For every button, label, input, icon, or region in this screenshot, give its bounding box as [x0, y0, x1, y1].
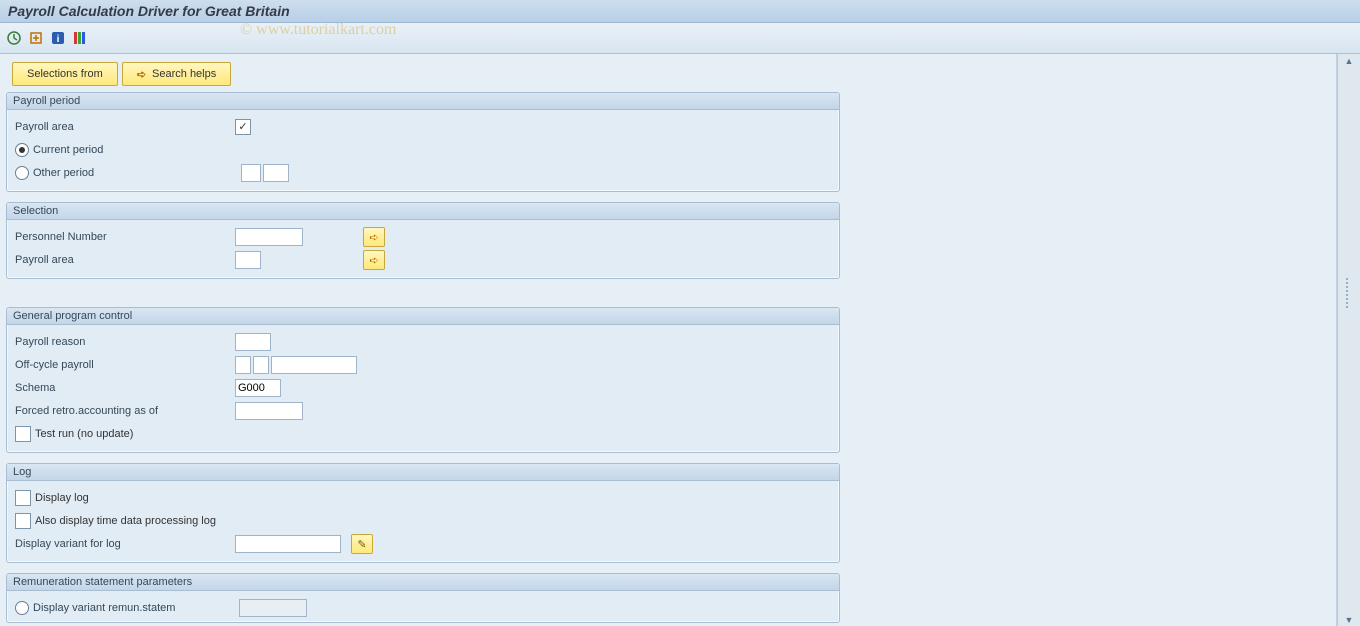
- display-variant-field[interactable]: [235, 535, 341, 553]
- off-cycle-field-2[interactable]: [253, 356, 269, 374]
- payroll-reason-field[interactable]: [235, 333, 271, 351]
- check-mark-icon: ✓: [238, 122, 247, 133]
- group-remuneration: Remuneration statement parameters Displa…: [6, 573, 840, 623]
- radio-other-period[interactable]: [15, 166, 29, 180]
- label-test-run: Test run (no update): [35, 428, 133, 440]
- group-selection: Selection Personnel Number ➪ Payroll are…: [6, 202, 840, 279]
- content-area: Selections from ➪ Search helps Payroll p…: [0, 54, 1337, 626]
- scroll-up-icon[interactable]: ▲: [1345, 56, 1354, 66]
- label-display-variant: Display variant for log: [15, 538, 235, 550]
- payroll-area-multi-button[interactable]: ➪: [363, 250, 385, 270]
- also-display-checkbox[interactable]: [15, 513, 31, 529]
- search-helps-button[interactable]: ➪ Search helps: [122, 62, 231, 86]
- scrollbar[interactable]: ▲ ▼: [1337, 54, 1360, 626]
- label-payroll-reason: Payroll reason: [15, 336, 235, 348]
- off-cycle-field-3[interactable]: [271, 356, 357, 374]
- test-run-checkbox[interactable]: [15, 426, 31, 442]
- payroll-area-field[interactable]: [235, 251, 261, 269]
- toolbar: i © www.tutorialkart.com: [0, 23, 1360, 54]
- get-variant-icon[interactable]: [28, 30, 44, 46]
- label-schema: Schema: [15, 382, 235, 394]
- schema-field[interactable]: [235, 379, 281, 397]
- label-personnel-number: Personnel Number: [15, 231, 235, 243]
- radio-current-period[interactable]: [15, 143, 29, 157]
- selections-from-label: Selections from: [27, 68, 103, 80]
- scroll-handle[interactable]: [1346, 278, 1352, 308]
- group-title-payroll-period: Payroll period: [7, 93, 839, 110]
- forced-retro-field[interactable]: [235, 402, 303, 420]
- svg-text:i: i: [57, 34, 60, 45]
- other-period-field-2[interactable]: [263, 164, 289, 182]
- edit-variant-button[interactable]: ✎: [351, 534, 373, 554]
- group-title-log: Log: [7, 464, 839, 481]
- watermark: © www.tutorialkart.com: [240, 21, 396, 39]
- off-cycle-field-1[interactable]: [235, 356, 251, 374]
- arrow-right-icon: ➪: [369, 254, 378, 267]
- group-log: Log Display log Also display time data p…: [6, 463, 840, 563]
- info-icon[interactable]: i: [50, 30, 66, 46]
- other-period-field-1[interactable]: [241, 164, 261, 182]
- arrow-right-icon: ➪: [369, 231, 378, 244]
- radio-display-variant-remun[interactable]: [15, 601, 29, 615]
- label-forced-retro: Forced retro.accounting as of: [15, 405, 235, 417]
- pencil-icon: ✎: [357, 538, 366, 551]
- payroll-area-checkbox[interactable]: ✓: [235, 119, 251, 135]
- arrow-right-icon: ➪: [137, 68, 146, 81]
- group-title-selection: Selection: [7, 203, 839, 220]
- execute-icon[interactable]: [6, 30, 22, 46]
- display-log-checkbox[interactable]: [15, 490, 31, 506]
- label-payroll-area: Payroll area: [15, 121, 235, 133]
- selections-from-button[interactable]: Selections from: [12, 62, 118, 86]
- personnel-number-field[interactable]: [235, 228, 303, 246]
- label-current-period: Current period: [33, 144, 241, 156]
- color-bars-icon[interactable]: [72, 30, 88, 46]
- search-helps-label: Search helps: [152, 68, 216, 80]
- title-bar: Payroll Calculation Driver for Great Bri…: [0, 0, 1360, 23]
- label-off-cycle: Off-cycle payroll: [15, 359, 235, 371]
- group-title-remuneration: Remuneration statement parameters: [7, 574, 839, 591]
- display-variant-remun-field[interactable]: [239, 599, 307, 617]
- scroll-down-icon[interactable]: ▼: [1345, 615, 1354, 625]
- label-also-display: Also display time data processing log: [35, 515, 216, 527]
- group-title-general: General program control: [7, 308, 839, 325]
- group-payroll-period: Payroll period Payroll area ✓ Current pe…: [6, 92, 840, 192]
- label-payroll-area-sel: Payroll area: [15, 254, 235, 266]
- main-area: Selections from ➪ Search helps Payroll p…: [0, 54, 1360, 626]
- page-title: Payroll Calculation Driver for Great Bri…: [8, 3, 290, 19]
- label-display-log: Display log: [35, 492, 89, 504]
- label-display-variant-remun: Display variant remun.statem: [33, 602, 239, 614]
- label-other-period: Other period: [33, 167, 241, 179]
- button-row: Selections from ➪ Search helps: [12, 62, 1336, 86]
- group-general: General program control Payroll reason O…: [6, 307, 840, 453]
- personnel-number-multi-button[interactable]: ➪: [363, 227, 385, 247]
